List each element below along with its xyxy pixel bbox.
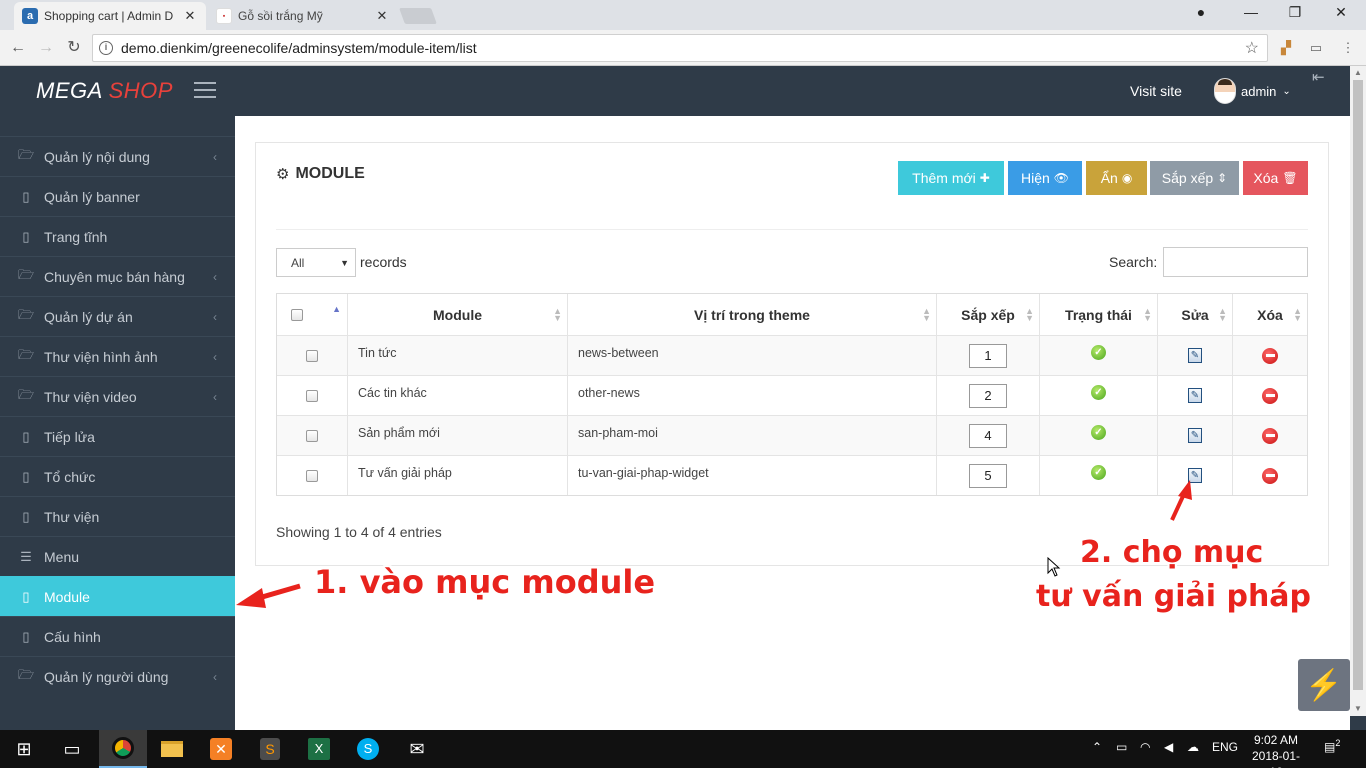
windows-taskbar: ⊞ ▭ ✕ S X S ✉ ⌃ ▭ ◠ ◀ ☁ ENG 9:02 AM 2018… [0,730,1366,768]
tray-chevron-icon[interactable]: ⌃ [1092,740,1102,754]
sublime-text-icon[interactable]: S [246,730,294,768]
volume-icon[interactable]: ◀ [1164,740,1173,754]
file-explorer-icon[interactable] [148,730,196,768]
annotation-step2-line1: 2. chọ mục [1080,535,1264,570]
wifi-icon[interactable]: ◠ [1140,740,1150,754]
clock-time: 9:02 AM [1253,733,1299,747]
action-center-icon[interactable]: ▤2 [1324,738,1340,754]
arrow-to-module [236,583,301,608]
task-view-icon[interactable]: ▭ [48,730,96,768]
chrome-taskbar-icon[interactable] [99,730,147,768]
mouse-cursor-icon [1047,557,1061,577]
annotation-step1: 1. vào mục module [314,563,656,601]
clock-date: 2018-01-16 [1251,749,1301,768]
language-indicator[interactable]: ENG [1212,740,1238,754]
battery-icon[interactable]: ▭ [1116,740,1127,754]
start-windows-icon[interactable]: ⊞ [0,730,48,768]
annotation-step2-line2: tư vấn giải pháp [1036,579,1312,614]
skype-icon[interactable]: S [344,730,392,768]
arrow-to-edit [1170,480,1192,521]
excel-icon[interactable]: X [295,730,343,768]
system-clock[interactable]: 9:02 AM 2018-01-16 [1246,732,1306,768]
mail-icon[interactable]: ✉ [393,730,441,768]
onedrive-icon[interactable]: ☁ [1187,740,1199,754]
xampp-icon[interactable]: ✕ [197,730,245,768]
annotation-arrows [236,480,1192,608]
